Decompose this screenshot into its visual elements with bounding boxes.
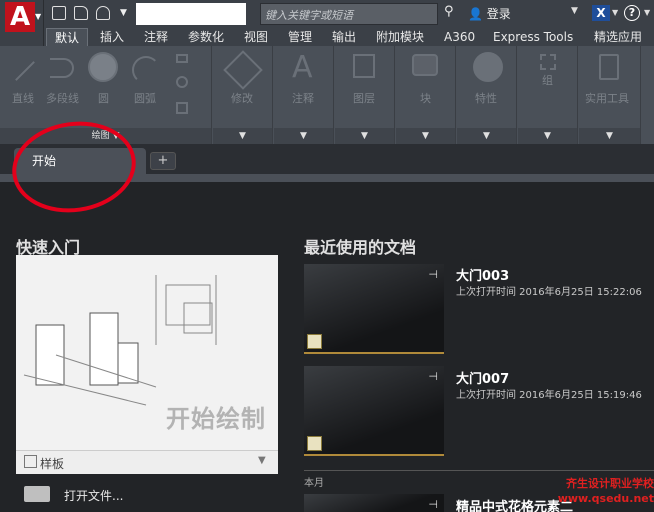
tab-default[interactable]: 默认	[46, 28, 89, 46]
circle-icon[interactable]	[88, 52, 118, 82]
utilities-label: 实用工具	[585, 92, 629, 105]
tab-annotate[interactable]: 注释	[136, 28, 176, 46]
watermark: 齐生设计职业学校 www.qsedu.net	[546, 476, 654, 506]
layers-panel: 图层 ▼	[335, 46, 395, 144]
group-icon[interactable]	[540, 54, 556, 70]
application-menu-button[interactable]: A ▼	[0, 0, 44, 46]
tab-output[interactable]: 输出	[324, 28, 364, 46]
dwg-file-icon	[307, 334, 322, 349]
table-icon[interactable]	[176, 102, 188, 114]
block-icon[interactable]	[412, 54, 438, 76]
tab-view[interactable]: 视图	[236, 28, 276, 46]
open-folder-icon[interactable]	[74, 6, 88, 20]
arc-icon[interactable]	[132, 56, 160, 84]
tab-insert[interactable]: 插入	[92, 28, 132, 46]
tab-parametric[interactable]: 参数化	[180, 28, 232, 46]
annotation-panel-footer[interactable]: ▼	[274, 128, 333, 144]
save-icon[interactable]	[96, 6, 110, 20]
hatch-icon[interactable]	[176, 76, 188, 88]
open-file-link[interactable]: 打开文件...	[64, 487, 123, 504]
recent-document-time: 上次打开时间 2016年6月25日 15:22:06	[456, 287, 642, 298]
recent-document-thumbnail[interactable]: ⊣	[304, 494, 444, 512]
properties-panel-footer[interactable]: ▼	[457, 128, 516, 144]
tab-addins[interactable]: 附加模块	[368, 28, 432, 46]
recent-documents-title: 最近使用的文档	[304, 238, 417, 257]
recent-document-time: 上次打开时间 2016年6月25日 15:19:46	[456, 390, 642, 401]
document-title-area	[136, 3, 246, 25]
modify-panel-footer[interactable]: ▼	[213, 128, 272, 144]
quick-access-caret-icon[interactable]: ▼	[120, 8, 127, 18]
dwg-file-icon	[307, 436, 322, 451]
template-dropdown[interactable]: 样板	[16, 450, 278, 474]
layers-icon[interactable]	[353, 54, 375, 78]
month-divider	[304, 470, 654, 471]
pin-icon[interactable]: ⊣	[428, 370, 438, 383]
move-icon[interactable]	[223, 50, 263, 90]
tab-featured-apps[interactable]: 精选应用	[586, 28, 650, 46]
annotation-panel: A 注释 ▼	[274, 46, 334, 144]
new-tab-button[interactable]: +	[150, 152, 176, 170]
template-label: 样板	[40, 457, 65, 471]
exchange-caret-icon[interactable]: ▼	[612, 8, 618, 17]
watermark-line2: www.qsedu.net	[557, 492, 654, 505]
recent-document-name[interactable]: 大门003	[456, 265, 509, 284]
autocad-logo-icon: A	[5, 2, 35, 32]
layers-label: 图层	[353, 92, 375, 105]
modify-panel: 修改 ▼	[213, 46, 273, 144]
tab-express-tools[interactable]: Express Tools	[485, 28, 581, 46]
recent-document-thumbnail[interactable]: ⊣	[304, 264, 444, 354]
help-icon[interactable]: ?	[624, 5, 640, 21]
arc-label: 圆弧	[134, 92, 156, 105]
polyline-label: 多段线	[46, 92, 79, 105]
circle-label: 圆	[98, 92, 109, 105]
properties-panel: 特性 ▼	[457, 46, 517, 144]
modify-label: 修改	[231, 92, 253, 105]
text-icon[interactable]: A	[292, 50, 313, 85]
watermark-line1: 齐生设计职业学校	[566, 477, 654, 490]
month-label: 本月	[304, 478, 324, 489]
properties-icon[interactable]	[473, 52, 503, 82]
group-label: 组	[542, 74, 553, 87]
recent-document-name[interactable]: 大门007	[456, 368, 509, 387]
utilities-panel: 实用工具 ▼	[579, 46, 641, 144]
groups-panel: 组 ▼	[518, 46, 578, 144]
utilities-panel-footer[interactable]: ▼	[579, 128, 640, 144]
binoculars-icon[interactable]: ⚲	[444, 4, 454, 19]
properties-label: 特性	[475, 92, 497, 105]
new-file-icon[interactable]	[52, 6, 66, 20]
block-panel-footer[interactable]: ▼	[396, 128, 455, 144]
login-label: 登录	[486, 7, 511, 21]
caret-down-icon: ▼	[35, 12, 42, 21]
start-drawing-card[interactable]: 开始绘制	[16, 255, 278, 450]
ribbon-tab-bar: 默认 插入 注释 参数化 视图 管理 输出 附加模块 A360 Express …	[44, 28, 654, 46]
template-icon	[24, 455, 37, 468]
polyline-icon[interactable]	[50, 58, 74, 78]
pin-icon[interactable]: ⊣	[428, 268, 438, 281]
line-label: 直线	[12, 92, 34, 105]
recent-document-thumbnail[interactable]: ⊣	[304, 366, 444, 456]
help-caret-icon[interactable]: ▼	[644, 8, 650, 17]
block-panel: 块 ▼	[396, 46, 456, 144]
layers-panel-footer[interactable]: ▼	[335, 128, 394, 144]
tab-a360[interactable]: A360	[436, 28, 483, 46]
folder-icon[interactable]	[24, 486, 50, 502]
calculator-icon[interactable]	[599, 54, 619, 80]
start-drawing-label: 开始绘制	[166, 405, 266, 433]
groups-panel-footer[interactable]: ▼	[518, 128, 577, 144]
annotation-label: 注释	[292, 92, 314, 105]
pin-icon[interactable]: ⊣	[428, 498, 438, 511]
tab-manage[interactable]: 管理	[280, 28, 320, 46]
login-caret-icon[interactable]: ▼	[571, 6, 578, 16]
block-label: 块	[420, 92, 431, 105]
line-icon[interactable]	[15, 61, 35, 81]
search-input[interactable]: 键入关键字或短语	[260, 3, 438, 25]
rectangle-icon[interactable]	[176, 54, 188, 63]
login-button[interactable]: 👤 登录	[468, 5, 511, 22]
template-caret-icon[interactable]: ▼	[258, 455, 266, 466]
exchange-x-icon[interactable]: X	[592, 5, 610, 21]
